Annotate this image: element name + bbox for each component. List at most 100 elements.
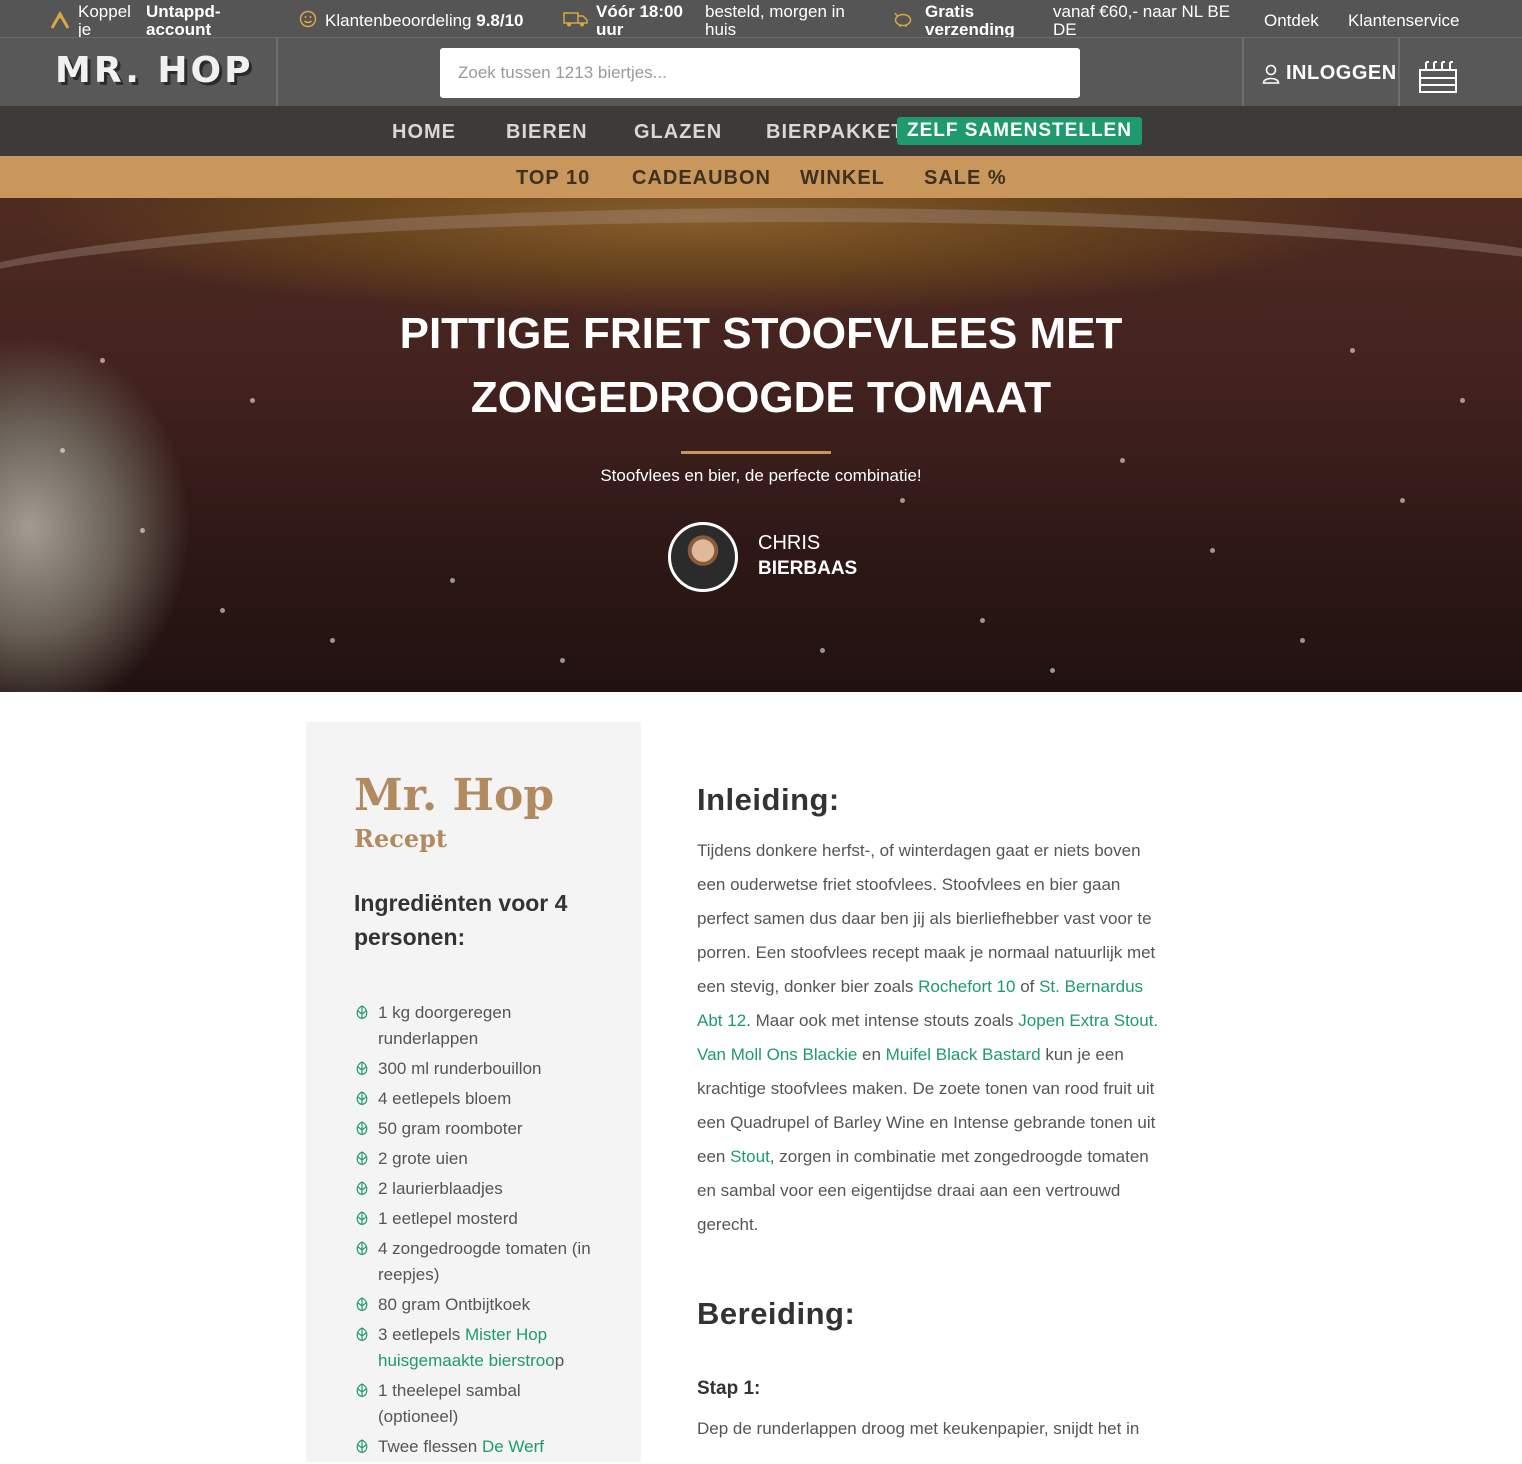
ingredient-item: 4 zongedroogde tomaten (in reepjes) bbox=[354, 1236, 604, 1288]
muifel-link[interactable]: Muifel Black Bastard bbox=[886, 1045, 1041, 1064]
ingredient-text: Twee flessen bbox=[378, 1437, 482, 1456]
header-divider bbox=[1242, 38, 1244, 106]
hop-icon bbox=[356, 1241, 368, 1255]
step-text: Dep de runderlappen droog met keukenpapi… bbox=[697, 1419, 1140, 1438]
ingredient-text: 1 eetlepel mosterd bbox=[378, 1209, 518, 1228]
ingredient-text: 1 theelepel sambal (optioneel) bbox=[378, 1381, 521, 1426]
intro-text: of bbox=[1015, 977, 1040, 996]
hop-icon bbox=[356, 1181, 368, 1195]
hop-icon bbox=[356, 1327, 368, 1341]
ingredient-item: 1 eetlepel mosterd bbox=[354, 1206, 604, 1232]
ingredient-text: 1 kg doorgeregen runderlappen bbox=[378, 1003, 512, 1048]
untappd-link[interactable]: Untappd-account bbox=[146, 3, 256, 37]
nav-glasses[interactable]: GLAZEN bbox=[634, 121, 722, 144]
bottle-opener-icon bbox=[50, 10, 70, 30]
ingredient-text: 4 eetlepels bloem bbox=[378, 1089, 512, 1108]
hop-icon bbox=[356, 1211, 368, 1225]
delivery-text: besteld, morgen in huis bbox=[705, 3, 845, 37]
hop-icon bbox=[356, 1151, 368, 1165]
jopen-link[interactable]: Jopen Extra Stout bbox=[1018, 1011, 1153, 1030]
nav-beer-package[interactable]: BIERPAKKET bbox=[766, 121, 905, 144]
hop-icon bbox=[356, 1091, 368, 1105]
intro-heading: Inleiding: bbox=[697, 782, 840, 817]
ingredient-text: 300 ml runderbouillon bbox=[378, 1059, 542, 1078]
user-icon bbox=[1262, 64, 1280, 84]
ingredient-text: p bbox=[554, 1351, 565, 1370]
free-shipping-text: vanaf €60,- naar NL BE DE bbox=[1053, 3, 1231, 37]
stout-link[interactable]: Stout bbox=[730, 1147, 770, 1166]
subnav-top10[interactable]: TOP 10 bbox=[516, 167, 590, 190]
free-shipping-label: Gratis verzending bbox=[925, 3, 1015, 37]
nav-compose-badge[interactable]: ZELF SAMENSTELLEN bbox=[897, 117, 1142, 145]
recipe-subtitle: Stoofvlees en bier, de perfecte combinat… bbox=[600, 466, 922, 485]
piggy-bank-icon bbox=[893, 10, 913, 30]
delivery-truck-icon bbox=[563, 10, 589, 30]
rating-label: Klantenbeoordeling bbox=[325, 12, 472, 30]
intro-text: . Maar ook met intense stouts zoals bbox=[746, 1011, 1019, 1030]
hop-icon bbox=[356, 1383, 368, 1397]
subnav-sale[interactable]: SALE % bbox=[924, 167, 1007, 190]
login-button[interactable]: INLOGGEN bbox=[1262, 62, 1397, 85]
hop-icon bbox=[356, 1439, 368, 1453]
ingredient-text: 4 zongedroogde tomaten (in reepjes) bbox=[378, 1239, 591, 1284]
ingredient-item: 2 laurierblaadjes bbox=[354, 1176, 604, 1202]
hero-banner: PITTIGE FRIET STOOFVLEES MET ZONGEDROOGD… bbox=[0, 198, 1522, 692]
intro-text: . bbox=[1153, 1011, 1159, 1030]
nav-beers[interactable]: BIEREN bbox=[506, 121, 588, 144]
sub-navigation: TOP 10 CADEAUBON WINKEL SALE % bbox=[0, 156, 1522, 198]
ingredient-item: 3 eetlepels Mister Hop huisgemaakte bier… bbox=[354, 1322, 604, 1374]
rochefort-link[interactable]: Rochefort 10 bbox=[918, 977, 1015, 996]
preparation-heading: Bereiding: bbox=[697, 1296, 856, 1331]
intro-text: Tijdens donkere herfst-, of winterdagen … bbox=[697, 841, 1156, 996]
search-input[interactable] bbox=[440, 48, 1080, 98]
beer-crate-icon[interactable] bbox=[1418, 58, 1458, 94]
ingredient-text: 2 laurierblaadjes bbox=[378, 1179, 503, 1198]
van-moll-link[interactable]: Van Moll Ons Blackie bbox=[697, 1045, 857, 1064]
discover-link[interactable]: Ontdek bbox=[1264, 12, 1319, 34]
ingredient-item: 1 theelepel sambal (optioneel) bbox=[354, 1378, 604, 1430]
ingredient-item: 1 kg doorgeregen runderlappen bbox=[354, 1000, 604, 1052]
hop-icon bbox=[356, 1005, 368, 1019]
hero-overlay bbox=[0, 198, 1522, 692]
nav-home[interactable]: HOME bbox=[392, 121, 456, 144]
untappd-prefix: Koppel je bbox=[78, 3, 131, 37]
ingredient-item: 50 gram roomboter bbox=[354, 1116, 604, 1142]
site-header: MR. HOP INLOGGEN bbox=[0, 38, 1522, 106]
author-role: BIERBAAS bbox=[758, 558, 858, 579]
delivery-deadline: Vóór 18:00 uur bbox=[596, 3, 683, 37]
top-utility-bar: Koppel je Untappd-account Klantenbeoorde… bbox=[0, 0, 1522, 38]
smiley-icon bbox=[298, 10, 318, 30]
recipe-brand-sub: Recept bbox=[354, 824, 447, 853]
intro-text: en bbox=[857, 1045, 886, 1064]
login-label: INLOGGEN bbox=[1286, 62, 1397, 84]
author-avatar bbox=[668, 522, 738, 592]
ingredient-item: 80 gram Ontbijtkoek bbox=[354, 1292, 604, 1318]
subnav-shop[interactable]: WINKEL bbox=[800, 167, 885, 190]
recipe-title: PITTIGE FRIET STOOFVLEES MET ZONGEDROOGD… bbox=[399, 309, 1123, 422]
ingredients-list: 1 kg doorgeregen runderlappen 300 ml run… bbox=[354, 1000, 604, 1464]
ingredient-text: 2 grote uien bbox=[378, 1149, 468, 1168]
ingredients-title: Ingrediënten voor 4 personen: bbox=[354, 890, 568, 950]
site-logo[interactable]: MR. HOP bbox=[55, 50, 254, 91]
author-name: CHRIS bbox=[758, 532, 821, 554]
de-werf-link[interactable]: De Werf bbox=[482, 1437, 544, 1456]
header-divider bbox=[1398, 38, 1400, 106]
recipe-brand: Mr. Hop bbox=[354, 770, 555, 821]
main-navigation: HOME BIEREN GLAZEN BIERPAKKET ZELF SAMEN… bbox=[0, 106, 1522, 156]
hop-icon bbox=[356, 1061, 368, 1075]
hop-icon bbox=[356, 1297, 368, 1311]
recipe-sidebar: Mr. Hop Recept Ingrediënten voor 4 perso… bbox=[306, 722, 641, 1462]
subnav-giftcard[interactable]: CADEAUBON bbox=[632, 167, 771, 190]
ingredient-item: 300 ml runderbouillon bbox=[354, 1056, 604, 1082]
recipe-article: Inleiding: Tijdens donkere herfst-, of w… bbox=[697, 782, 1172, 1438]
header-divider bbox=[276, 38, 278, 106]
ingredient-text: 80 gram Ontbijtkoek bbox=[378, 1295, 531, 1314]
ingredient-text: 50 gram roomboter bbox=[378, 1119, 523, 1138]
ingredient-item: 4 eetlepels bloem bbox=[354, 1086, 604, 1112]
ingredient-item: Twee flessen De Werf bbox=[354, 1434, 604, 1460]
ingredient-text: 3 eetlepels bbox=[378, 1325, 465, 1344]
customer-service-link[interactable]: Klantenservice bbox=[1348, 12, 1460, 34]
step-title: Stap 1: bbox=[697, 1378, 761, 1399]
rating-value: 9.8/10 bbox=[476, 12, 524, 30]
intro-paragraph: Tijdens donkere herfst-, of winterdagen … bbox=[697, 834, 1172, 1242]
